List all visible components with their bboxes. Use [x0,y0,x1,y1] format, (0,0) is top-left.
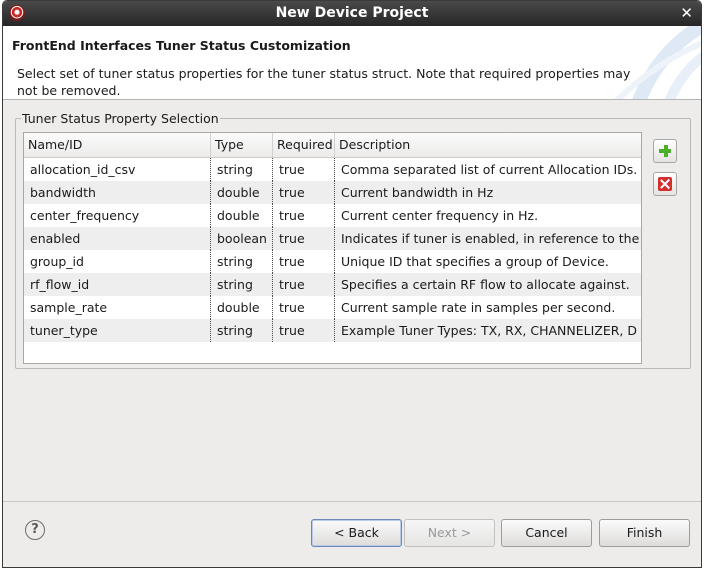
cell-required: true [273,181,335,204]
wizard-header: FrontEnd Interfaces Tuner Status Customi… [3,26,701,99]
cell-description: Specifies a certain RF flow to allocate … [341,277,630,292]
table-row[interactable]: center_frequency double true Current cen… [24,204,641,227]
table-header: Name/ID Type Required Description [24,133,641,158]
cell-type: boolean [211,227,273,250]
finish-button[interactable]: Finish [599,519,690,547]
cell-required: true [273,158,335,181]
cell-required: true [273,273,335,296]
cell-type: string [211,319,273,342]
cell-type: double [211,296,273,319]
cell-description: Current sample rate in samples per secon… [341,300,616,315]
help-icon[interactable]: ? [25,520,45,540]
header-divider [3,99,701,100]
remove-icon [658,177,672,191]
cell-required: true [273,227,335,250]
dialog-window: New Device Project ✕ FrontEnd Interfaces… [2,0,702,568]
window-title: New Device Project [275,5,429,21]
next-button[interactable]: Next > [404,519,495,547]
cell-type: string [211,273,273,296]
cell-required: true [273,319,335,342]
cell-required: true [273,250,335,273]
table-row[interactable]: enabled boolean true Indicates if tuner … [24,227,641,250]
add-property-button[interactable] [653,139,677,163]
property-table[interactable]: Name/ID Type Required Description alloca… [23,132,642,364]
table-row[interactable]: bandwidth double true Current bandwidth … [24,181,641,204]
cell-name: rf_flow_id [24,273,211,296]
table-row[interactable]: sample_rate double true Current sample r… [24,296,641,319]
cell-name: bandwidth [24,181,211,204]
cell-name: center_frequency [24,204,211,227]
footer-divider [3,501,701,502]
cell-required: true [273,296,335,319]
back-button[interactable]: < Back [311,519,402,547]
cell-type: double [211,204,273,227]
cell-type: string [211,250,273,273]
title-bar[interactable]: New Device Project ✕ [3,1,701,26]
page-title: FrontEnd Interfaces Tuner Status Customi… [12,38,351,53]
close-icon[interactable]: ✕ [680,4,693,22]
cell-name: sample_rate [24,296,211,319]
table-row[interactable]: rf_flow_id string true Specifies a certa… [24,273,641,296]
table-row[interactable]: tuner_type string true Example Tuner Typ… [24,319,641,342]
remove-property-button[interactable] [653,172,677,196]
table-row[interactable]: allocation_id_csv string true Comma sepa… [24,158,641,181]
cell-description: Comma separated list of current Allocati… [341,162,638,177]
cell-description: Example Tuner Types: TX, RX, CHANNELIZER… [341,323,637,338]
cell-type: string [211,158,273,181]
column-header-name[interactable]: Name/ID [24,133,211,157]
cell-description: Indicates if tuner is enabled, in refere… [341,231,641,246]
cell-type: double [211,181,273,204]
table-row[interactable]: group_id string true Unique ID that spec… [24,250,641,273]
column-header-description[interactable]: Description [335,133,641,157]
cell-name: group_id [24,250,211,273]
cell-description: Current bandwidth in Hz [341,185,494,200]
column-header-type[interactable]: Type [211,133,273,157]
cell-required: true [273,204,335,227]
column-header-required[interactable]: Required [273,133,335,157]
page-description: Select set of tuner status properties fo… [17,66,631,98]
cell-name: enabled [24,227,211,250]
cell-name: allocation_id_csv [24,158,211,181]
cancel-button[interactable]: Cancel [501,519,592,547]
cell-name: tuner_type [24,319,211,342]
cell-description: Unique ID that specifies a group of Devi… [341,254,609,269]
cell-description: Current center frequency in Hz. [341,208,539,223]
group-label: Tuner Status Property Selection [21,111,220,126]
